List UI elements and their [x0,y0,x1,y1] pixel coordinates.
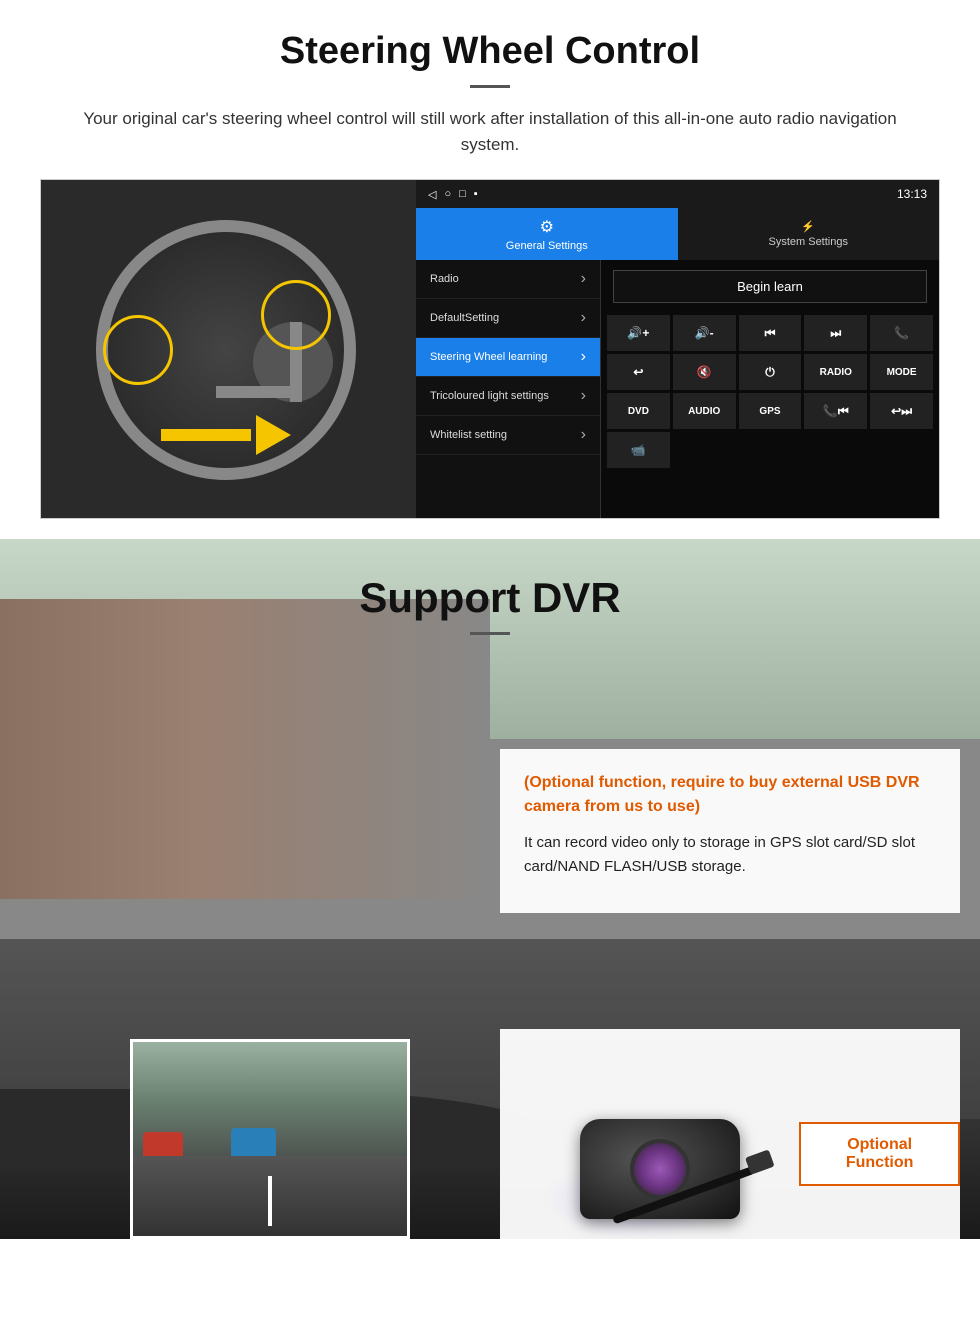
chevron-icon [581,270,586,288]
dvr-divider [470,632,510,635]
audio-button[interactable]: AUDIO [673,393,736,429]
highlight-circle-left [103,315,173,385]
dvd-button[interactable]: DVD [607,393,670,429]
optional-function-button[interactable]: Optional Function [799,1122,960,1186]
begin-learn-button[interactable]: Begin learn [613,270,927,303]
title-divider [470,85,510,88]
control-buttons-grid: 🔊+ 🔊- ⏮ ⏭ 📞 ↩ 🔇 ⏻ RADIO MODE DVD AUDIO G… [607,315,933,468]
begin-learn-row: Begin learn [607,266,933,307]
arrow-indicator [161,410,291,460]
back-icon[interactable]: ◁ [428,188,436,201]
power-button[interactable]: ⏻ [739,354,802,390]
menu-whitelist-label: Whitelist setting [430,428,507,442]
chevron-icon-2 [581,309,586,327]
menu-default-label: DefaultSetting [430,311,499,325]
inset-road-line [268,1176,272,1226]
dvr-section: Support DVR (Optional function, require … [0,539,980,1239]
chevron-icon-5 [581,426,586,444]
back-next-button[interactable]: ↩⏭ [870,393,933,429]
statusbar-nav-icons: ◁ ○ □ ▪ [428,188,478,201]
menu-item-defaultsetting[interactable]: DefaultSetting [416,299,600,338]
back-call-button[interactable]: ↩ [607,354,670,390]
tab-system-label: System Settings [769,236,848,248]
tab-general-label: General Settings [506,240,588,252]
settings-tabs: General Settings ⚡ System Settings [416,208,939,260]
inset-car-2 [231,1128,276,1156]
gear-icon [540,217,554,237]
settings-menu: Radio DefaultSetting Steering Wheel lear… [416,260,601,519]
mode-button[interactable]: MODE [870,354,933,390]
dvr-title: Support DVR [0,574,980,622]
dvr-info-card: (Optional function, require to buy exter… [500,749,960,913]
dvr-optional-text: (Optional function, require to buy exter… [524,771,936,819]
mute-button[interactable]: 🔇 [673,354,736,390]
menu-radio-label: Radio [430,272,459,286]
phone-button[interactable]: 📞 [870,315,933,351]
camera-device [500,1049,799,1239]
phone-prev-button[interactable]: 📞⏮ [804,393,867,429]
chevron-icon-4 [581,387,586,405]
wheel-spoke-v [216,386,296,398]
system-icon: ⚡ [801,220,815,233]
android-statusbar: ◁ ○ □ ▪ 13:13 [416,180,939,208]
dvr-description: It can record video only to storage in G… [524,831,936,879]
camera-lens [630,1139,690,1199]
settings-content: Radio DefaultSetting Steering Wheel lear… [416,260,939,519]
tab-system-settings[interactable]: ⚡ System Settings [678,208,940,260]
menu-steering-label: Steering Wheel learning [430,350,547,364]
dvr-inset-photo [130,1039,410,1239]
menu-item-tricoloured[interactable]: Tricoloured light settings [416,377,600,416]
ui-mockup: ◁ ○ □ ▪ 13:13 General Settings ⚡ System … [40,179,940,519]
dvr-btn[interactable]: 📹 [607,432,670,468]
record-icon[interactable]: ▪ [474,188,478,200]
prev-track-button[interactable]: ⏮ [739,315,802,351]
recents-icon[interactable]: □ [459,188,466,200]
chevron-icon-3 [581,348,586,366]
next-track-button[interactable]: ⏭ [804,315,867,351]
steering-photo [41,180,416,519]
dvr-title-area: Support DVR [0,539,980,655]
inset-cars [143,1106,410,1156]
radio-button[interactable]: RADIO [804,354,867,390]
steering-title: Steering Wheel Control [40,30,940,73]
highlight-circle-right [261,280,331,350]
menu-item-whitelist[interactable]: Whitelist setting [416,416,600,455]
menu-item-steering-learning[interactable]: Steering Wheel learning [416,338,600,377]
home-icon[interactable]: ○ [444,188,451,200]
vol-up-button[interactable]: 🔊+ [607,315,670,351]
tab-general-settings[interactable]: General Settings [416,208,678,260]
steering-description: Your original car's steering wheel contr… [60,106,920,157]
statusbar-time: 13:13 [897,187,927,201]
inset-car-1 [143,1132,183,1156]
dvr-camera-area: Optional Function [500,1029,960,1239]
gps-button[interactable]: GPS [739,393,802,429]
android-ui-panel: ◁ ○ □ ▪ 13:13 General Settings ⚡ System … [416,180,939,519]
menu-tricoloured-label: Tricoloured light settings [430,389,549,403]
control-panel: Begin learn 🔊+ 🔊- ⏮ ⏭ 📞 ↩ 🔇 ⏻ RADIO MODE… [601,260,939,519]
menu-item-radio[interactable]: Radio [416,260,600,299]
steering-section: Steering Wheel Control Your original car… [0,0,980,539]
vol-down-button[interactable]: 🔊- [673,315,736,351]
